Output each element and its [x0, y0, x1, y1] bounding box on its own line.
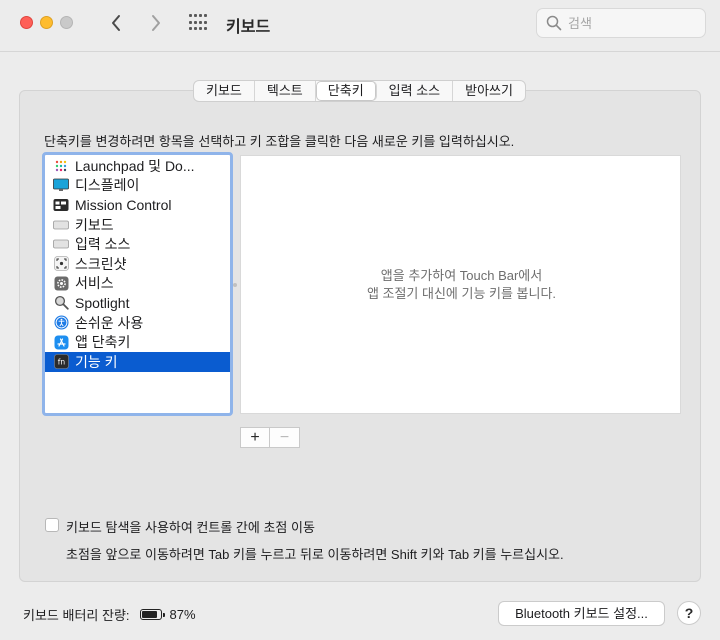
keyboard-navigation-label[interactable]: 키보드 탐색을 사용하여 컨트롤 간에 초점 이동 [66, 517, 315, 536]
list-item-label: 기능 키 [75, 353, 118, 370]
keyboard-navigation-checkbox[interactable] [45, 518, 59, 532]
list-item-function-keys[interactable]: fn 기능 키 [45, 351, 230, 372]
chevron-left-icon [112, 15, 120, 31]
keyboard-icon [53, 217, 69, 233]
tab-dictation[interactable]: 받아쓰기 [453, 81, 525, 101]
tab-keyboard[interactable]: 키보드 [194, 81, 255, 101]
list-item-label: 손쉬운 사용 [75, 314, 144, 331]
split-view-handle[interactable] [233, 283, 237, 287]
list-item-label: 입력 소스 [75, 236, 131, 253]
search-field[interactable] [536, 8, 706, 38]
tab-shortcuts[interactable]: 단축키 [315, 81, 377, 101]
list-item-label: 디스플레이 [75, 177, 140, 194]
input-source-icon [53, 236, 69, 252]
list-item-label: 스크린샷 [75, 255, 127, 272]
spotlight-icon [53, 295, 69, 311]
instruction-text: 단축키를 변경하려면 항목을 선택하고 키 조합을 클릭한 다음 새로운 키를 … [44, 134, 515, 149]
search-input[interactable] [568, 15, 688, 31]
list-item-spotlight[interactable]: Spotlight [45, 293, 230, 313]
title-bar: 키보드 [0, 0, 720, 52]
tab-bar: 키보드 텍스트 단축키 입력 소스 받아쓰기 [193, 80, 526, 102]
show-all-grid-icon[interactable] [189, 14, 209, 32]
list-item-display[interactable]: 디스플레이 [45, 176, 230, 196]
battery-label: 키보드 배터리 잔량: [23, 608, 130, 623]
minimize-window-button[interactable] [40, 16, 53, 29]
screenshot-icon [53, 256, 69, 272]
list-item-label: 서비스 [75, 275, 114, 292]
remove-app-button[interactable]: − [270, 428, 299, 447]
accessibility-icon [53, 315, 69, 331]
empty-state-line-1: 앱을 추가하여 Touch Bar에서 [380, 268, 543, 283]
battery-icon [139, 609, 165, 620]
list-item-launchpad[interactable]: Launchpad 및 Do... [45, 156, 230, 176]
list-item-keyboard[interactable]: 키보드 [45, 215, 230, 235]
add-remove-control: + − [240, 427, 300, 448]
window-title: 키보드 [226, 19, 271, 36]
close-window-button[interactable] [20, 16, 33, 29]
list-item-label: Mission Control [75, 196, 172, 213]
list-item-app-shortcuts[interactable]: 앱 단축키 [45, 332, 230, 352]
add-app-button[interactable]: + [241, 428, 270, 447]
shortcut-detail-pane: 앱을 추가하여 Touch Bar에서 앱 조절기 대신에 기능 키를 봅니다. [240, 155, 681, 414]
back-button[interactable] [105, 12, 127, 34]
list-item-input-sources[interactable]: 입력 소스 [45, 234, 230, 254]
list-item-label: 앱 단축키 [75, 334, 131, 351]
app-store-icon [53, 334, 69, 350]
list-item-label: 키보드 [75, 216, 114, 233]
shortcut-category-list[interactable]: Launchpad 및 Do... 디스플레이 Mission Control … [42, 152, 233, 416]
battery-status: 키보드 배터리 잔량: 87% [23, 605, 196, 624]
list-item-label: Spotlight [75, 294, 130, 311]
list-item-services[interactable]: 서비스 [45, 274, 230, 294]
mission-control-icon [53, 197, 69, 213]
tab-text[interactable]: 텍스트 [255, 81, 316, 101]
empty-state-line-2: 앱 조절기 대신에 기능 키를 봅니다. [366, 286, 557, 301]
list-item-mission-control[interactable]: Mission Control [45, 195, 230, 215]
help-button[interactable]: ? [677, 601, 701, 625]
keyboard-navigation-note: 초점을 앞으로 이동하려면 Tab 키를 누르고 뒤로 이동하려면 Shift … [66, 547, 564, 562]
tab-input-sources[interactable]: 입력 소스 [377, 81, 454, 101]
empty-state-message: 앱을 추가하여 Touch Bar에서 앱 조절기 대신에 기능 키를 봅니다. [241, 267, 682, 303]
list-item-screenshot[interactable]: 스크린샷 [45, 254, 230, 274]
fn-key-icon: fn [53, 354, 69, 370]
display-icon [53, 177, 69, 193]
bluetooth-keyboard-setup-button[interactable]: Bluetooth 키보드 설정... [498, 601, 665, 626]
list-item-accessibility[interactable]: 손쉬운 사용 [45, 313, 230, 333]
forward-button[interactable] [145, 12, 167, 34]
zoom-window-button[interactable] [60, 16, 73, 29]
battery-percent: 87% [169, 607, 196, 622]
chevron-right-icon [152, 15, 160, 31]
launchpad-icon [53, 158, 69, 174]
services-gear-icon [53, 275, 69, 291]
list-item-label: Launchpad 및 Do... [75, 157, 195, 174]
svg-text:fn: fn [57, 358, 65, 367]
search-icon [546, 15, 562, 31]
